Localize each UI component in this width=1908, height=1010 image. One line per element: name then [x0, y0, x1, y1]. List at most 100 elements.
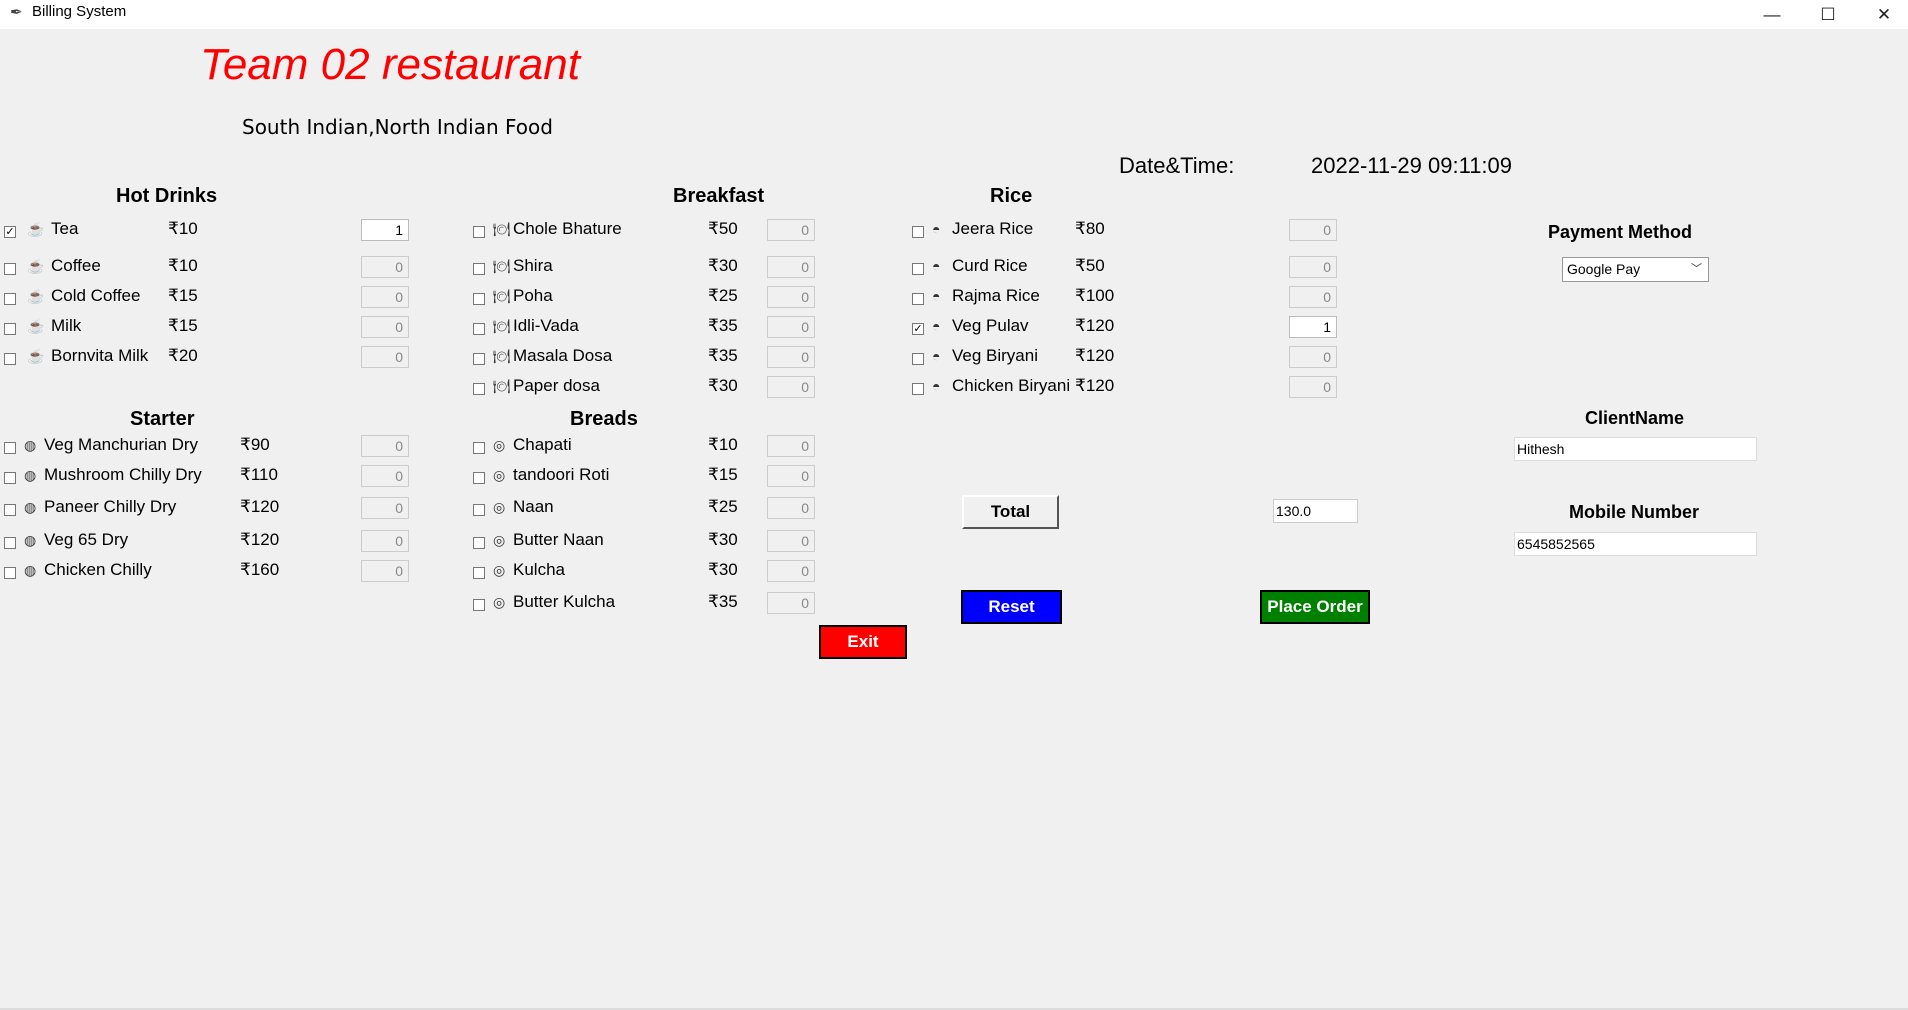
breakfast-item-checkbox[interactable] [473, 263, 485, 275]
bread-icon: ◎ [493, 467, 506, 483]
rice-item-checkbox[interactable] [912, 226, 924, 238]
breads-item-checkbox[interactable] [473, 442, 485, 454]
breads-item-qty[interactable]: 0 [767, 530, 815, 552]
bread-icon: ◎ [493, 437, 506, 453]
breads-item-checkbox[interactable] [473, 472, 485, 484]
plate-icon: 🍽 [493, 348, 511, 364]
dish-icon: ◍ [24, 499, 37, 515]
exit-button[interactable]: Exit [819, 625, 907, 659]
rice-heading: Rice [990, 185, 1033, 207]
rice-item-name: Curd Rice [952, 256, 1028, 275]
breakfast-item-name: Chole Bhature [513, 219, 622, 238]
rice-item-price: ₹100 [1075, 286, 1115, 305]
starter-item-checkbox[interactable] [4, 442, 16, 454]
hot-drinks-item-qty[interactable]: 0 [361, 256, 409, 278]
cup-icon: ☕ [27, 288, 45, 304]
starter-item-qty[interactable]: 0 [361, 560, 409, 582]
close-button[interactable]: ✕ [1856, 0, 1908, 29]
breads-item-checkbox[interactable] [473, 504, 485, 516]
rice-item-price: ₹120 [1075, 316, 1115, 335]
breakfast-item-checkbox[interactable] [473, 323, 485, 335]
breakfast-item-checkbox[interactable] [473, 353, 485, 365]
hot-drinks-item-qty[interactable]: 1 [361, 219, 409, 241]
total-button[interactable]: Total [962, 495, 1059, 529]
starter-item-qty[interactable]: 0 [361, 465, 409, 487]
starter-item-checkbox[interactable] [4, 504, 16, 516]
rice-item-checkbox[interactable] [912, 293, 924, 305]
bread-icon: ◎ [493, 499, 506, 515]
rice-item-checkbox[interactable]: ✓ [912, 323, 924, 335]
breads-item-checkbox[interactable] [473, 537, 485, 549]
rice-item-checkbox[interactable] [912, 383, 924, 395]
rice-item-qty[interactable]: 0 [1289, 219, 1337, 241]
hot-drinks-item-checkbox[interactable] [4, 263, 16, 275]
breads-item-checkbox[interactable] [473, 567, 485, 579]
hot-drinks-item-name: Milk [51, 316, 82, 335]
breakfast-item-price: ₹50 [708, 219, 738, 238]
maximize-button[interactable]: ☐ [1800, 0, 1856, 29]
hot-drinks-item-checkbox[interactable] [4, 353, 16, 365]
starter-item-checkbox[interactable] [4, 537, 16, 549]
rice-item-checkbox[interactable] [912, 353, 924, 365]
payment-method-select[interactable]: Google Pay ﹀ [1562, 257, 1709, 282]
breakfast-item-checkbox[interactable] [473, 383, 485, 395]
minimize-button[interactable]: — [1744, 0, 1800, 29]
hot-drinks-item-price: ₹15 [168, 286, 198, 305]
breakfast-item-checkbox[interactable] [473, 293, 485, 305]
place-order-button[interactable]: Place Order [1260, 590, 1370, 624]
hot-drinks-item-qty[interactable]: 0 [361, 286, 409, 308]
datetime-label: Date&Time: [1119, 153, 1235, 178]
breakfast-heading: Breakfast [673, 185, 765, 207]
starter-item-qty[interactable]: 0 [361, 435, 409, 457]
hot-drinks-item-qty[interactable]: 0 [361, 346, 409, 368]
hot-drinks-heading: Hot Drinks [116, 185, 218, 207]
starter-item-price: ₹110 [240, 465, 278, 484]
rice-item-qty[interactable]: 0 [1289, 346, 1337, 368]
breads-item-qty[interactable]: 0 [767, 435, 815, 457]
breakfast-item-checkbox[interactable] [473, 226, 485, 238]
breads-item-qty[interactable]: 0 [767, 497, 815, 519]
client-name-input[interactable]: Hithesh [1514, 437, 1757, 461]
breakfast-item-qty[interactable]: 0 [767, 316, 815, 338]
starter-item-checkbox[interactable] [4, 567, 16, 579]
reset-button[interactable]: Reset [961, 590, 1062, 624]
breads-item-checkbox[interactable] [473, 599, 485, 611]
breakfast-item-name: Paper dosa [513, 376, 600, 395]
starter-item-qty[interactable]: 0 [361, 530, 409, 552]
starter-item-name: Veg Manchurian Dry [44, 435, 199, 454]
hot-drinks-item-checkbox[interactable] [4, 293, 16, 305]
breads-heading: Breads [570, 408, 638, 430]
breads-item-name: Naan [513, 497, 554, 516]
rice-item-qty[interactable]: 1 [1289, 316, 1337, 338]
bowl-icon: ◓ [932, 221, 941, 237]
breads-item-qty[interactable]: 0 [767, 560, 815, 582]
rice-item-qty[interactable]: 0 [1289, 256, 1337, 278]
hot-drinks-item-price: ₹10 [168, 219, 198, 238]
total-value-field[interactable]: 130.0 [1273, 499, 1358, 523]
breakfast-item-qty[interactable]: 0 [767, 346, 815, 368]
starter-item-price: ₹120 [240, 497, 280, 516]
rice-item-qty[interactable]: 0 [1289, 376, 1337, 398]
breakfast-item-qty[interactable]: 0 [767, 256, 815, 278]
payment-method-heading: Payment Method [1548, 222, 1693, 242]
breads-item-price: ₹30 [708, 560, 738, 579]
rice-item-checkbox[interactable] [912, 263, 924, 275]
hot-drinks-item-checkbox[interactable] [4, 323, 16, 335]
hot-drinks-item-qty[interactable]: 0 [361, 316, 409, 338]
rice-item-qty[interactable]: 0 [1289, 286, 1337, 308]
breakfast-item-qty[interactable]: 0 [767, 286, 815, 308]
starter-item-checkbox[interactable] [4, 472, 16, 484]
breads-item-qty[interactable]: 0 [767, 592, 815, 614]
mobile-number-input[interactable]: 6545852565 [1514, 532, 1757, 556]
breads-item-name: Butter Naan [513, 530, 604, 549]
hot-drinks-item-checkbox[interactable]: ✓ [4, 226, 16, 238]
breakfast-item-name: Idli-Vada [513, 316, 579, 335]
breads-item-qty[interactable]: 0 [767, 465, 815, 487]
cup-icon: ☕ [27, 221, 45, 237]
bowl-icon: ◓ [932, 288, 941, 304]
breakfast-item-name: Masala Dosa [513, 346, 613, 365]
starter-item-qty[interactable]: 0 [361, 497, 409, 519]
breakfast-item-qty[interactable]: 0 [767, 376, 815, 398]
breakfast-item-qty[interactable]: 0 [767, 219, 815, 241]
breakfast-item-price: ₹30 [708, 376, 738, 395]
